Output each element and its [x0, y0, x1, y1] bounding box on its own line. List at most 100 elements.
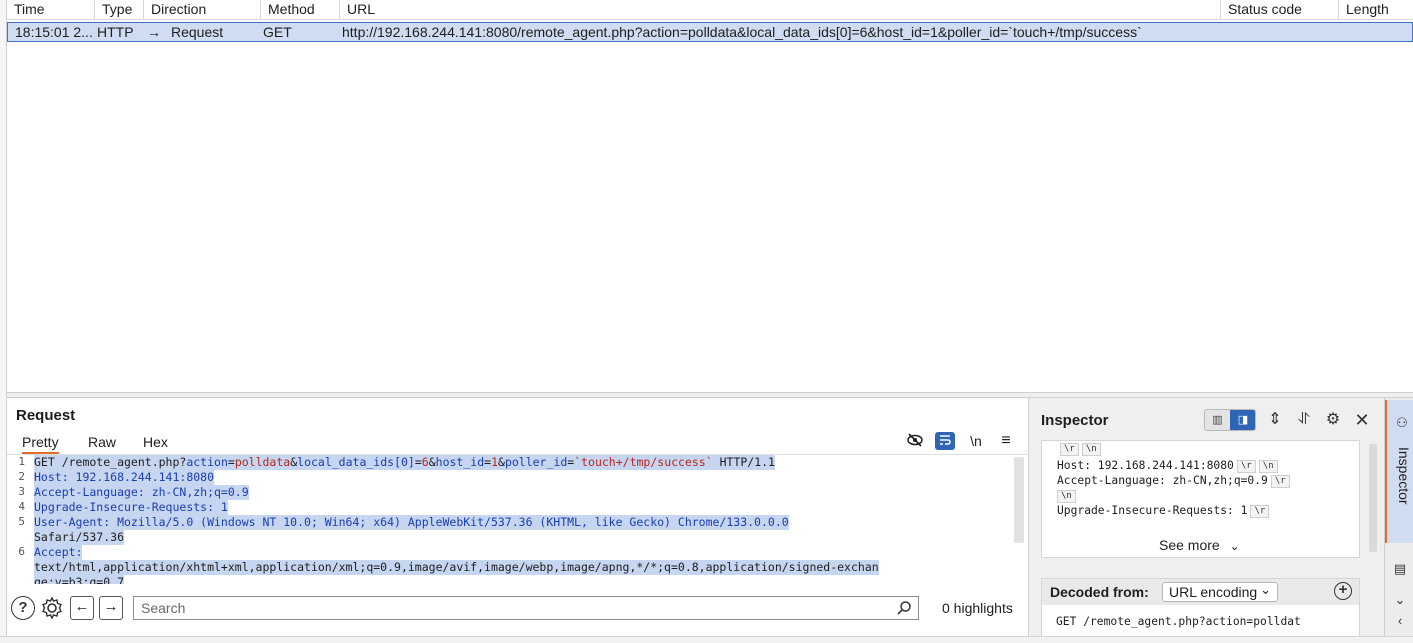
escape-cr: \r: [1250, 505, 1270, 518]
param-name: action: [186, 455, 228, 469]
header-line-accept-language: Accept-Language: zh-CN,zh;q=0.9 \r: [1057, 473, 1290, 488]
forward-arrow-icon[interactable]: →: [99, 596, 123, 620]
search-input[interactable]: [134, 597, 890, 619]
search-icon[interactable]: [896, 600, 912, 616]
escape-lf: \n: [1057, 490, 1076, 503]
line-number: 2: [18, 470, 25, 483]
layout-split-icon[interactable]: ◨: [1230, 410, 1255, 430]
request-title: Request: [16, 407, 76, 424]
request-line-2: Host: 192.168.244.141:8080: [34, 470, 215, 485]
cell-method: GET: [263, 24, 292, 40]
search-box[interactable]: [133, 596, 919, 620]
header-line-partial: \r \n: [1057, 441, 1101, 456]
cell-type: HTTP: [97, 24, 134, 40]
rail-tab-inspector[interactable]: ⚇ Inspector: [1385, 400, 1413, 543]
help-icon[interactable]: ?: [11, 596, 35, 620]
notes-icon[interactable]: ▤: [1391, 560, 1409, 578]
column-header-type[interactable]: Type: [95, 0, 144, 20]
header-line-wrap: \n: [1057, 488, 1076, 503]
menu-icon[interactable]: ≡: [996, 432, 1016, 450]
back-arrow-icon[interactable]: ←: [70, 596, 94, 620]
header-text: Accept-Language: zh-CN,zh;q=0.9: [1057, 474, 1268, 487]
decoded-from-label: Decoded from:: [1050, 584, 1149, 600]
param-value: 1: [491, 455, 498, 469]
column-header-length[interactable]: Length: [1339, 0, 1413, 20]
layout-single-icon[interactable]: ▥: [1205, 410, 1230, 430]
request-headers-card: \r \n Host: 192.168.244.141:8080 \r \n Acce…: [1041, 440, 1360, 558]
param-value: `touch+/tmp/success`: [574, 455, 713, 469]
right-side-rail: ⚇ Inspector ▤ ⌄ ‹: [1384, 398, 1413, 643]
request-panel: Request Pretty Raw Hex \n ≡ 1 2 3 4 5 6 …: [7, 398, 1029, 643]
line-number: 1: [18, 455, 25, 468]
param-eq: =: [227, 455, 235, 469]
left-window-edge: [0, 0, 7, 643]
search-toolbar: ? ← → 0 highlights: [7, 584, 1029, 634]
tab-raw[interactable]: Raw: [88, 434, 116, 454]
param-name: local_data_ids[0]: [297, 455, 415, 469]
request-line-6-wrap2: ge;v=b3;q=0.7: [34, 575, 125, 584]
line-number: 5: [18, 515, 25, 528]
decoded-from-card: Decoded from: URL encoding ⌄ + GET /remot…: [1041, 578, 1360, 643]
request-line-4: Upgrade-Insecure-Requests: 1: [34, 500, 228, 515]
request-line-1: GET /remote_agent.php?action=polldata&lo…: [34, 455, 775, 470]
decoded-text: GET /remote_agent.php?action=polldat: [1056, 615, 1301, 628]
line-number: 6: [18, 545, 25, 558]
table-row[interactable]: 18:15:01 2... HTTP → Request GET http://…: [7, 22, 1413, 42]
request-editor[interactable]: 1 2 3 4 5 6 GET /remote_agent.php?action…: [7, 454, 1029, 584]
request-line-3: Accept-Language: zh-CN,zh;q=0.9: [34, 485, 249, 500]
expand-all-icon[interactable]: ⇕: [1265, 409, 1285, 431]
inspector-layout-toggle[interactable]: ▥ ◨: [1204, 409, 1256, 431]
history-header: Time Type Direction Method URL Status co…: [7, 0, 1413, 20]
request-line-5: User-Agent: Mozilla/5.0 (Windows NT 10.0…: [34, 515, 789, 530]
inspector-tab-icon: ⚇: [1396, 415, 1408, 430]
cell-url: http://192.168.244.141:8080/remote_agent…: [342, 24, 1142, 40]
inspector-settings-gear-icon[interactable]: ⚙: [1323, 409, 1343, 431]
column-header-time[interactable]: Time: [7, 0, 95, 20]
param-value: 6: [421, 455, 429, 469]
param-amp: &: [428, 455, 436, 469]
inspector-panel: Inspector ▥ ◨ ⇕ ⥯ ⚙ ✕ \r \n Host: 192.168…: [1029, 398, 1384, 643]
newline-toggle-icon[interactable]: \n: [966, 432, 986, 450]
chevron-down-icon[interactable]: ⌄: [1391, 591, 1409, 609]
column-header-direction[interactable]: Direction: [144, 0, 261, 20]
line-number: 3: [18, 485, 25, 498]
inspector-title: Inspector: [1041, 412, 1109, 429]
close-icon[interactable]: ✕: [1352, 409, 1372, 431]
inspector-scrollbar[interactable]: [1369, 444, 1377, 552]
chevron-down-icon: ⌄: [1229, 539, 1240, 553]
request-line-6-wrap: text/html,application/xhtml+xml,applicat…: [34, 560, 879, 575]
tab-pretty[interactable]: Pretty: [22, 434, 59, 454]
cell-direction: Request: [171, 24, 224, 40]
editor-scrollbar[interactable]: [1014, 457, 1024, 543]
see-more-button[interactable]: See more ⌄: [1159, 537, 1240, 553]
chevron-left-icon[interactable]: ‹: [1391, 612, 1409, 630]
escape-lf: \n: [1081, 443, 1101, 456]
header-line-upgrade: Upgrade-Insecure-Requests: 1 \r: [1057, 503, 1270, 518]
request-line-6: Accept:: [34, 545, 83, 560]
cell-time: 18:15:01 2...: [15, 24, 93, 40]
decoded-header: Decoded from: URL encoding ⌄ +: [1042, 579, 1359, 605]
escape-cr: \r: [1270, 475, 1290, 488]
param-eq: =: [414, 455, 422, 469]
param-name: host_id: [435, 455, 485, 469]
column-header-url[interactable]: URL: [340, 0, 1221, 20]
request-line-method-path: GET /remote_agent.php?: [34, 455, 187, 469]
column-header-method[interactable]: Method: [261, 0, 340, 20]
column-header-status-code[interactable]: Status code: [1221, 0, 1339, 20]
tab-hex[interactable]: Hex: [143, 434, 168, 454]
cell-status-code: [1216, 23, 1334, 41]
add-decoding-icon[interactable]: +: [1334, 582, 1352, 600]
escape-cr: \r: [1060, 443, 1079, 456]
see-more-label: See more: [1159, 537, 1220, 553]
wrap-lines-icon[interactable]: [935, 432, 955, 450]
header-text: Host: 192.168.244.141:8080: [1057, 459, 1234, 472]
encoding-select[interactable]: URL encoding ⌄: [1162, 582, 1278, 602]
hide-nonprintable-icon[interactable]: [905, 432, 925, 450]
param-value: polldata: [234, 455, 291, 469]
settings-gear-icon[interactable]: [40, 596, 64, 620]
collapse-all-icon[interactable]: ⥯: [1294, 409, 1314, 431]
line-number: 4: [18, 500, 25, 513]
escape-cr: \r: [1236, 460, 1256, 473]
line-gutter: 1 2 3 4 5 6: [7, 455, 29, 584]
rail-tab-label: Inspector: [1396, 447, 1412, 505]
